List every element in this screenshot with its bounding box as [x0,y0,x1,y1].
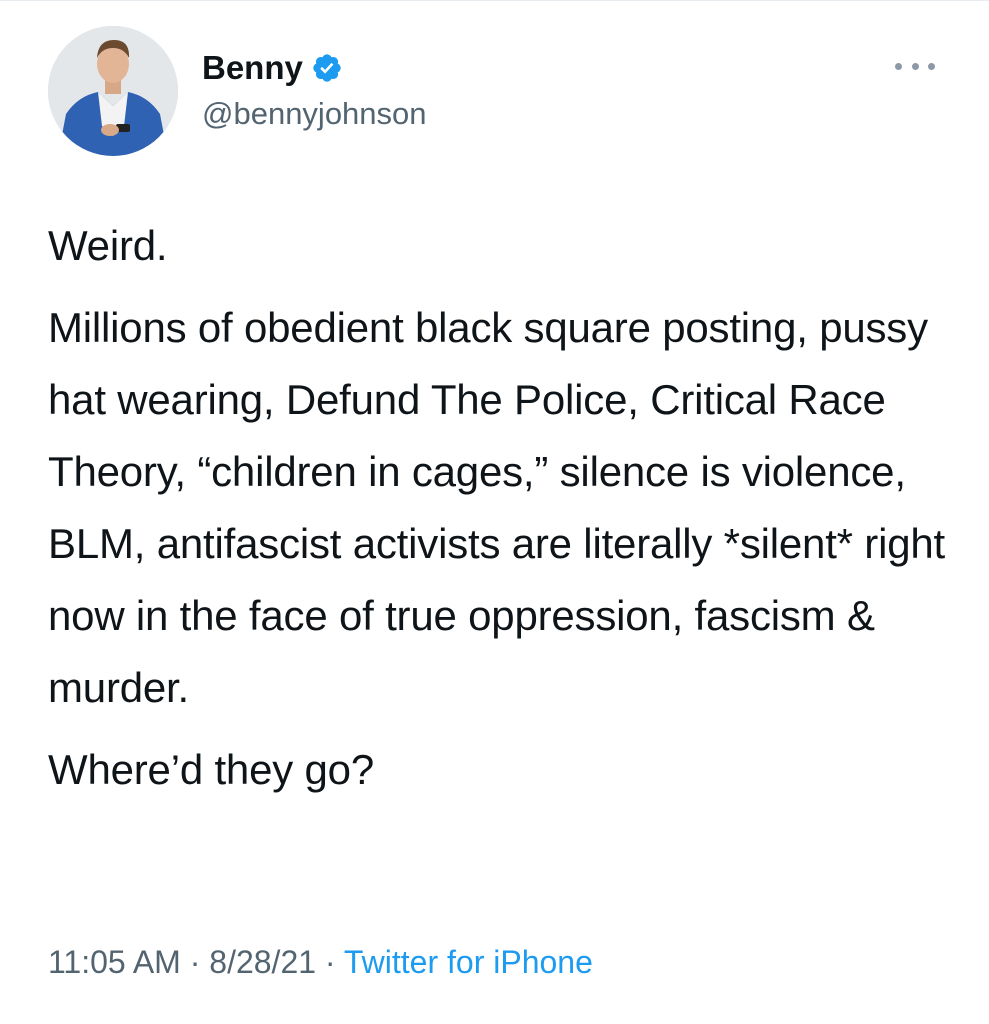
meta-separator: · [189,944,201,980]
divider [0,0,989,1]
tweet-paragraph: Where’d they go? [48,746,374,793]
avatar[interactable] [48,26,178,156]
dot-icon [928,62,935,70]
tweet-card: Benny @bennyjohnson Weird. Millions of o… [0,0,989,1024]
tweet-source-link[interactable]: Twitter for iPhone [344,944,593,980]
dot-icon [911,62,919,70]
tweet-metadata: 11:05 AM · 8/28/21 · Twitter for iPhone [48,940,593,984]
tweet-paragraph: Weird. [48,222,168,269]
tweet-text: Weird. Millions of obedient black square… [48,210,948,806]
display-name[interactable]: Benny [202,48,303,88]
tweet-date[interactable]: 8/28/21 [209,944,316,980]
more-options-icon[interactable] [895,56,935,76]
tweet-time[interactable]: 11:05 AM [48,944,181,980]
verified-badge-icon [311,52,343,84]
dot-icon [895,62,902,70]
author-row: Benny [202,48,343,88]
tweet-paragraph: Millions of obedient black square postin… [48,304,945,711]
user-handle[interactable]: @bennyjohnson [202,94,427,134]
meta-separator: · [324,944,336,980]
